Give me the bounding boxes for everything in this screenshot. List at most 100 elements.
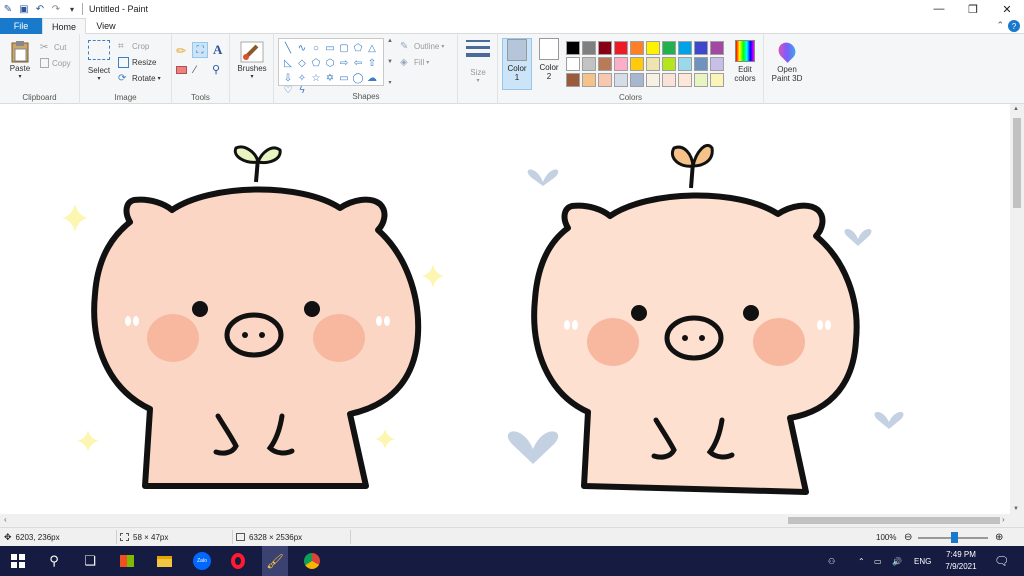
collapse-ribbon-icon[interactable]: ⌃ — [996, 20, 1004, 31]
oval-shape-icon[interactable]: ○ — [309, 41, 323, 56]
tab-view[interactable]: View — [88, 18, 124, 34]
zalo-icon[interactable]: Zalo — [192, 551, 212, 571]
polygon-shape-icon[interactable]: ⬠ — [351, 41, 365, 56]
redo-icon[interactable]: ↷ — [50, 3, 62, 15]
crop-button[interactable]: ⌗ Crop — [118, 41, 149, 52]
right-arrow-shape-icon[interactable]: ⇨ — [337, 56, 351, 71]
help-icon[interactable]: ? — [1008, 20, 1020, 32]
zoom-in-icon[interactable]: ⊕ — [995, 531, 1003, 543]
horizontal-scroll-thumb[interactable] — [788, 517, 1000, 524]
rotate-button[interactable]: ⟳ Rotate ▾ — [118, 73, 161, 84]
close-button[interactable]: ✕ — [990, 0, 1024, 18]
up-arrow-shape-icon[interactable]: ⇧ — [365, 56, 379, 71]
show-hidden-icons[interactable]: ⌃ — [858, 546, 865, 576]
opera-icon[interactable] — [228, 551, 248, 571]
diamond-shape-icon[interactable]: ◇ — [295, 56, 309, 71]
callout-cloud-shape-icon[interactable]: ☁ — [365, 71, 379, 86]
volume-icon[interactable]: 🔊 — [892, 546, 902, 576]
expand-gallery-icon[interactable]: ▾ — [388, 79, 391, 86]
paint-taskbar-icon[interactable]: 🖌 — [262, 546, 288, 576]
customize-toolbar-icon[interactable]: ▾ — [66, 3, 78, 15]
language-indicator[interactable]: ENG — [914, 546, 931, 576]
zoom-slider-thumb[interactable] — [951, 532, 958, 543]
open-paint3d-button[interactable]: Open Paint 3D — [766, 39, 808, 83]
color-picker-icon[interactable]: ⁄ — [194, 64, 196, 76]
line-shape-icon[interactable]: ╲ — [281, 41, 295, 56]
people-icon[interactable]: ⚇ — [828, 546, 835, 576]
copy-button[interactable]: Copy — [40, 58, 71, 68]
resize-button[interactable]: Resize — [118, 57, 156, 68]
five-point-star-shape-icon[interactable]: ☆ — [309, 71, 323, 86]
six-point-star-shape-icon[interactable]: ✡ — [323, 71, 337, 86]
ribbon-tabs: File Home View ⌃ ? — [0, 18, 1024, 34]
brushes-dropdown-icon[interactable]: ▾ — [250, 73, 253, 82]
callout-rect-shape-icon[interactable]: ▭ — [337, 71, 351, 86]
rotate-icon: ⟳ — [118, 73, 127, 84]
four-point-star-shape-icon[interactable]: ✧ — [295, 71, 309, 86]
horizontal-scrollbar[interactable]: ‹ › — [0, 514, 1024, 527]
pig-drawing — [62, 143, 904, 495]
title-separator — [82, 3, 83, 15]
rounded-rectangle-shape-icon[interactable]: ▢ — [337, 41, 351, 56]
down-arrow-shape-icon[interactable]: ⇩ — [281, 71, 295, 86]
scroll-left-arrow-icon[interactable]: ‹ — [4, 515, 7, 524]
paint-app-icon[interactable]: ✎ — [2, 3, 14, 15]
maximize-button[interactable]: ❐ — [956, 0, 990, 18]
outline-dropdown-icon[interactable]: ▾ — [441, 43, 444, 50]
fill-dropdown-icon[interactable]: ▾ — [426, 59, 429, 66]
cut-button[interactable]: ✂ Cut — [40, 42, 66, 53]
left-arrow-shape-icon[interactable]: ⇦ — [351, 56, 365, 71]
callout-oval-shape-icon[interactable]: ◯ — [351, 71, 365, 86]
eraser-icon[interactable] — [176, 66, 187, 74]
heart-top — [527, 169, 559, 186]
shapes-scroll[interactable]: ▲ ▼ ▾ — [386, 38, 394, 86]
outline-button[interactable]: ✎ Outline ▾ — [400, 41, 444, 52]
windows-start-icon[interactable] — [8, 551, 28, 571]
right-triangle-shape-icon[interactable]: ◺ — [281, 56, 295, 71]
search-icon[interactable]: ⚲ — [44, 551, 64, 571]
select-button[interactable]: Select ▾ — [84, 40, 114, 84]
select-rectangle-icon — [88, 40, 110, 60]
store-icon[interactable] — [117, 551, 137, 571]
drawing-canvas[interactable] — [0, 104, 1010, 514]
brushes-button[interactable]: Brushes ▾ — [234, 40, 270, 82]
scroll-up-arrow-icon[interactable]: ▲ — [1013, 106, 1019, 112]
scroll-right-arrow-icon[interactable]: › — [1002, 515, 1005, 524]
tab-home[interactable]: Home — [42, 18, 86, 34]
fill-button[interactable]: ◈ Fill ▾ — [400, 57, 429, 68]
triangle-shape-icon[interactable]: △ — [365, 41, 379, 56]
rectangle-shape-icon[interactable]: ▭ — [323, 41, 337, 56]
file-explorer-icon[interactable] — [154, 551, 174, 571]
scroll-down-icon[interactable]: ▼ — [387, 59, 393, 65]
scroll-down-arrow-icon[interactable]: ▼ — [1013, 506, 1019, 512]
chrome-icon[interactable] — [302, 551, 322, 571]
scroll-up-icon[interactable]: ▲ — [387, 38, 393, 44]
minimize-button[interactable]: — — [922, 0, 956, 18]
select-dropdown-icon[interactable]: ▾ — [97, 75, 100, 84]
fill-bucket-icon[interactable]: ⛶ — [192, 42, 208, 58]
undo-icon[interactable]: ↶ — [34, 3, 46, 15]
paint3d-icon — [775, 39, 799, 63]
tab-file[interactable]: File — [0, 18, 42, 34]
taskbar: ⚲ ❏ Zalo 🖌 ⚇ ⌃ ▭ 🔊 ENG 7:49 PM 7/9/2021 … — [0, 546, 1024, 576]
pencil-icon[interactable]: ✏ — [176, 44, 186, 58]
paste-button[interactable]: Paste ▾ — [6, 40, 34, 82]
text-tool-icon[interactable]: A — [213, 42, 222, 58]
magnifier-icon[interactable]: ⚲ — [212, 63, 220, 76]
battery-icon[interactable]: ▭ — [874, 546, 882, 576]
vertical-scroll-thumb[interactable] — [1013, 118, 1021, 208]
size-dropdown-icon[interactable]: ▾ — [476, 77, 479, 86]
hexagon-shape-icon[interactable]: ⬡ — [323, 56, 337, 71]
task-view-icon[interactable]: ❏ — [80, 551, 100, 571]
notifications-icon[interactable]: 🗨 — [994, 546, 1009, 576]
vertical-scrollbar[interactable]: ▲ ▼ — [1010, 104, 1024, 514]
clock[interactable]: 7:49 PM 7/9/2021 — [936, 549, 986, 573]
copy-icon — [40, 58, 49, 68]
zoom-out-icon[interactable]: ⊖ — [904, 531, 912, 543]
pentagon-shape-icon[interactable]: ⬠ — [309, 56, 323, 71]
rotate-dropdown-icon[interactable]: ▾ — [158, 75, 161, 82]
paste-dropdown-icon[interactable]: ▾ — [18, 73, 21, 82]
curve-shape-icon[interactable]: ∿ — [295, 41, 309, 56]
size-button[interactable]: Size ▾ — [462, 40, 494, 86]
save-icon[interactable]: ▣ — [18, 3, 30, 15]
